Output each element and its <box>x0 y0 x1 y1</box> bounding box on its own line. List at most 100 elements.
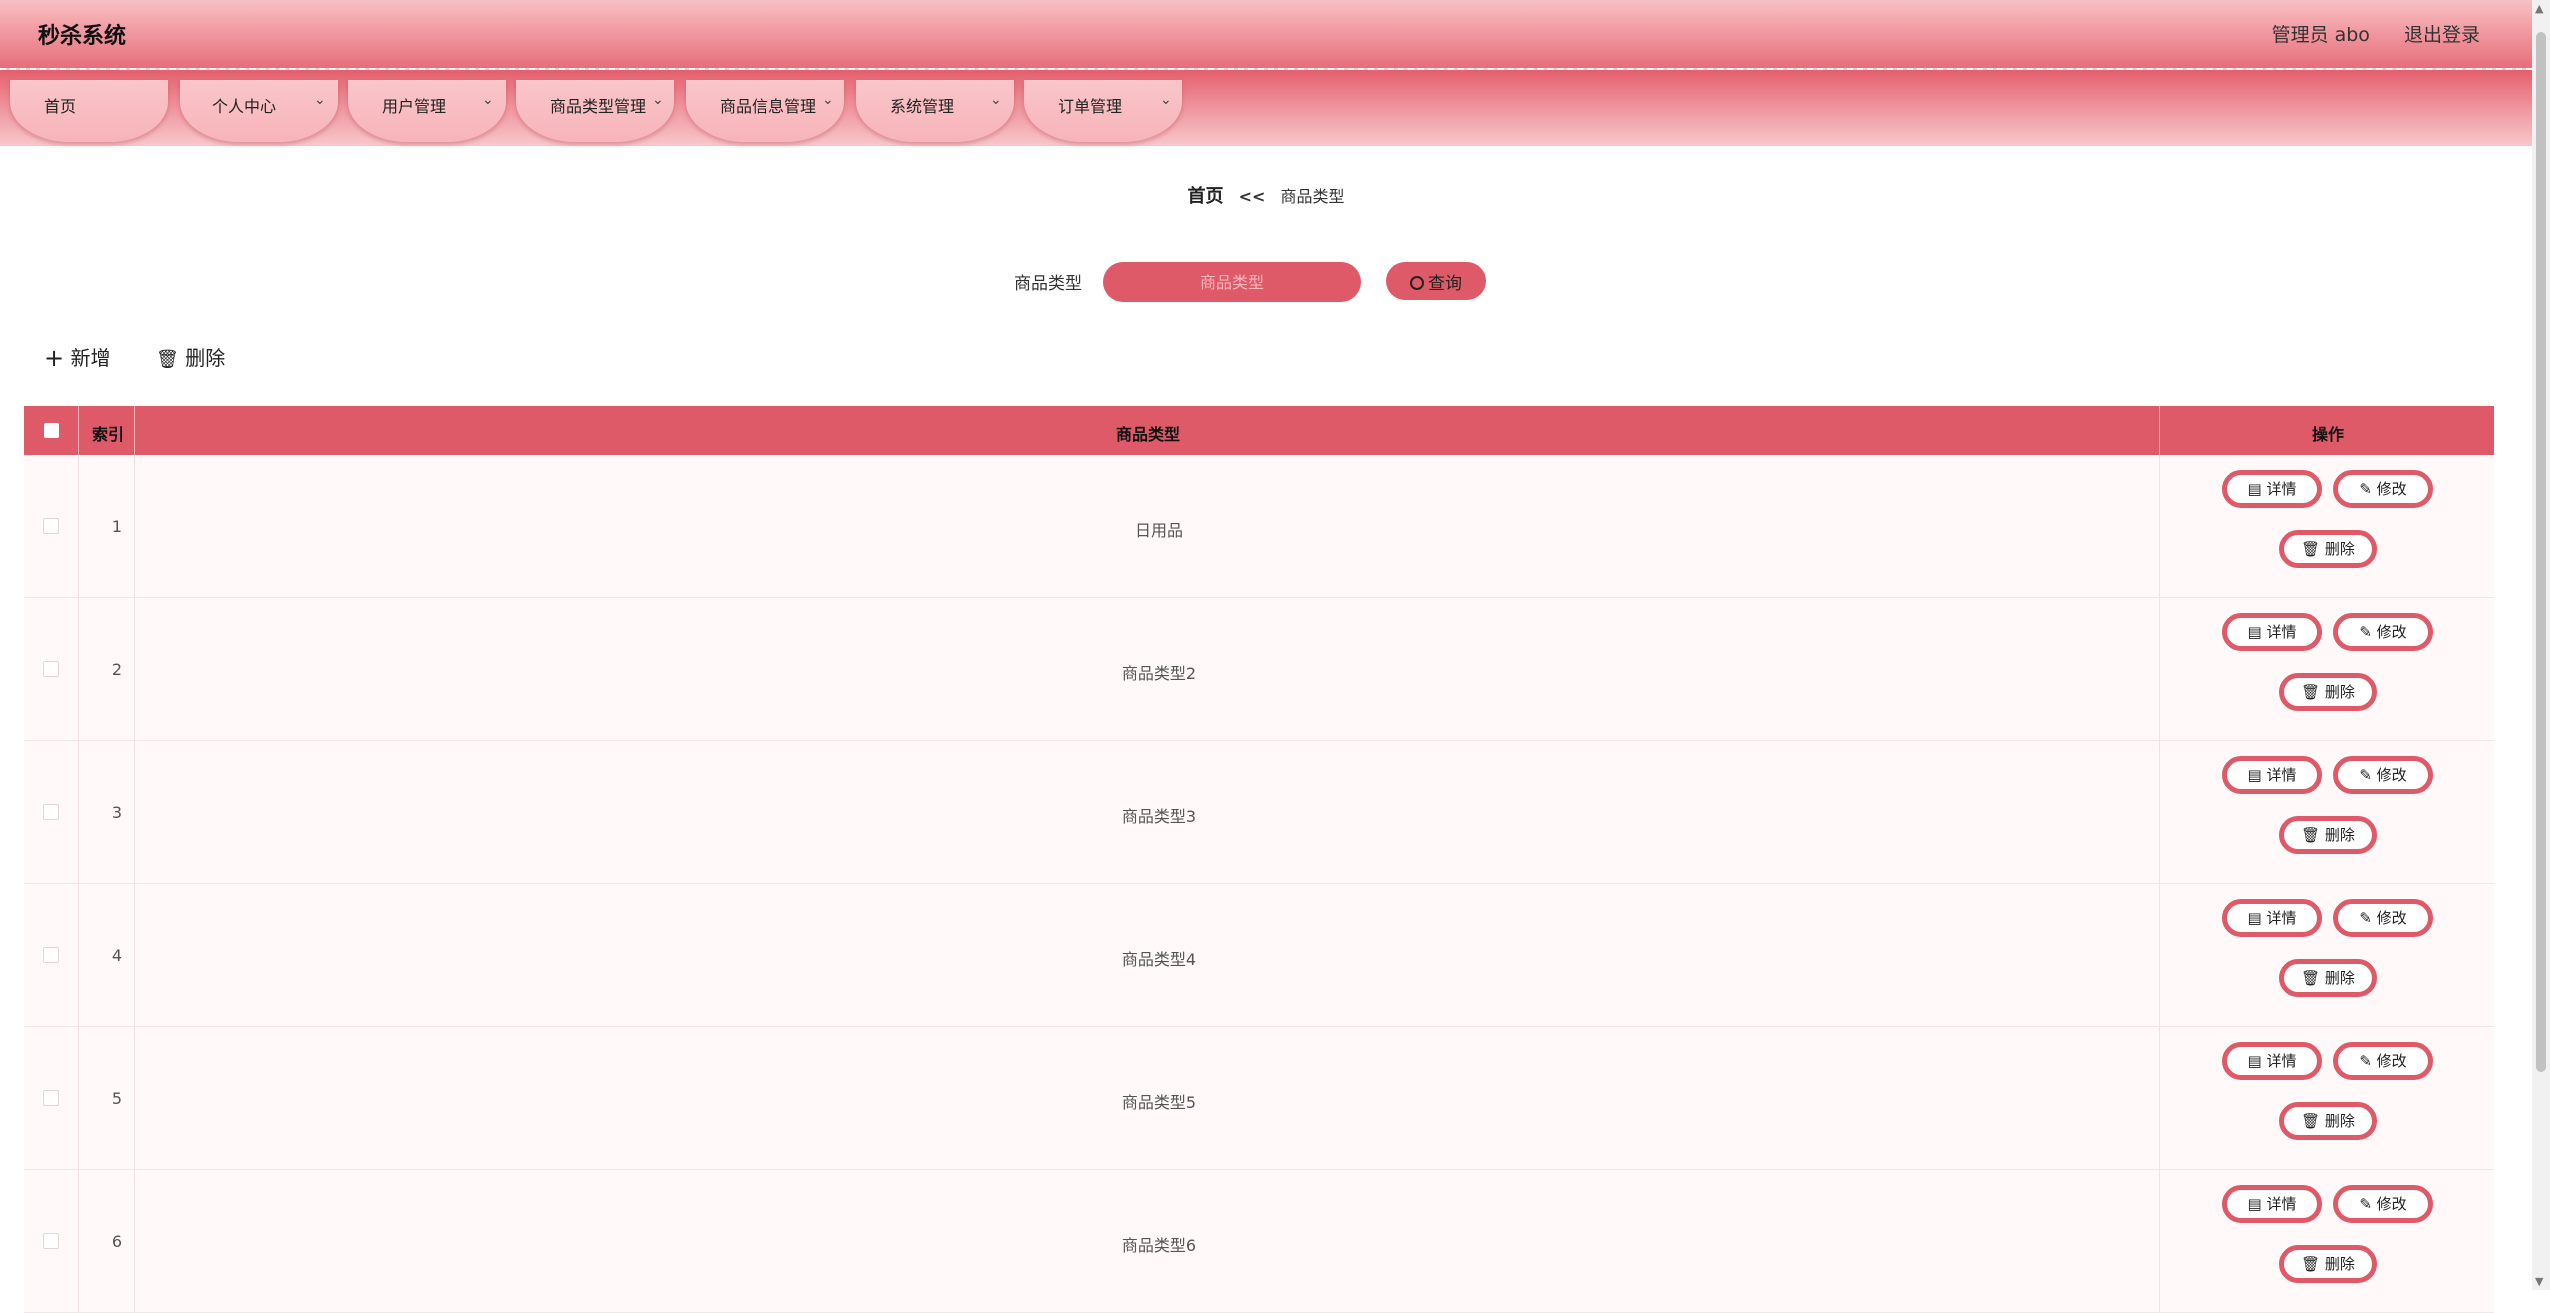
row-product-type: 商品类型4 <box>1121 950 1197 969</box>
edit-button[interactable]: ✎ 修改 <box>2333 613 2433 651</box>
detail-button[interactable]: ▤ 详情 <box>2222 1042 2322 1080</box>
edit-button-label: 修改 <box>2376 766 2407 784</box>
detail-button[interactable]: ▤ 详情 <box>2222 613 2322 651</box>
nav-item-label: 用户管理 <box>382 97 447 116</box>
edit-button[interactable]: ✎ 修改 <box>2333 1185 2433 1223</box>
pencil-icon: ✎ <box>2359 1195 2372 1213</box>
search-label: 商品类型 <box>1014 274 1082 294</box>
row-product-type: 商品类型2 <box>1121 664 1197 683</box>
row-product-type: 商品类型5 <box>1121 1093 1197 1112</box>
search-button-label: 查询 <box>1428 273 1462 293</box>
nav-item-product-info-management[interactable]: 商品信息管理 ⌄ <box>686 80 844 142</box>
row-index: 6 <box>111 1232 123 1251</box>
edit-button[interactable]: ✎ 修改 <box>2333 470 2433 508</box>
row-checkbox[interactable] <box>43 947 59 963</box>
edit-button[interactable]: ✎ 修改 <box>2333 756 2433 794</box>
row-checkbox[interactable] <box>43 518 59 534</box>
row-index: 1 <box>111 517 123 536</box>
nav-item-system-management[interactable]: 系统管理 ⌄ <box>856 80 1014 142</box>
delete-button-label: 删除 <box>2324 969 2355 987</box>
delete-button[interactable]: 🗑 删除 <box>2279 1102 2377 1140</box>
edit-button-label: 修改 <box>2376 623 2407 641</box>
table-row: 1 日用品 ▤ 详情 ✎ 修改 🗑 删除 <box>24 455 2494 598</box>
nav-item-label: 订单管理 <box>1058 97 1123 116</box>
delete-button-label: 删除 <box>2324 826 2355 844</box>
search-button[interactable]: 查询 <box>1386 262 1486 300</box>
row-checkbox[interactable] <box>43 661 59 677</box>
document-icon: ▤ <box>2247 909 2262 927</box>
column-index: 索引 <box>92 425 125 444</box>
delete-button[interactable]: 🗑 删除 <box>2279 673 2377 711</box>
top-header: 秒杀系统 管理员 abo 退出登录 <box>0 0 2532 68</box>
chevron-down-icon: ⌄ <box>1160 92 1172 108</box>
detail-button-label: 详情 <box>2266 480 2297 498</box>
chevron-down-icon: ⌄ <box>990 92 1002 108</box>
chevron-down-icon: ⌄ <box>314 92 326 108</box>
pencil-icon: ✎ <box>2359 766 2372 784</box>
pencil-icon: ✎ <box>2359 480 2372 498</box>
scroll-up-arrow-icon[interactable]: ▲ <box>2535 2 2543 15</box>
plus-icon: + <box>44 344 65 372</box>
chevron-down-icon: ⌄ <box>652 92 664 108</box>
row-index: 2 <box>111 660 123 679</box>
select-all-checkbox[interactable] <box>44 423 59 438</box>
detail-button-label: 详情 <box>2266 1195 2297 1213</box>
table-row: 5 商品类型5 ▤ 详情 ✎ 修改 🗑 删除 <box>24 1027 2494 1170</box>
delete-button[interactable]: 🗑 删除 <box>2279 530 2377 568</box>
add-button-label: 新增 <box>70 346 111 370</box>
delete-button[interactable]: 🗑 删除 <box>2279 816 2377 854</box>
search-icon <box>1410 275 1424 290</box>
edit-button-label: 修改 <box>2376 1195 2407 1213</box>
nav-item-order-management[interactable]: 订单管理 ⌄ <box>1024 80 1182 142</box>
nav-item-label: 个人中心 <box>212 97 277 116</box>
breadcrumb-separator: << <box>1238 187 1266 206</box>
scroll-down-arrow-icon[interactable]: ▼ <box>2535 1275 2543 1288</box>
delete-button[interactable]: 🗑 删除 <box>2279 1245 2377 1283</box>
edit-button[interactable]: ✎ 修改 <box>2333 1042 2433 1080</box>
detail-button[interactable]: ▤ 详情 <box>2222 1185 2322 1223</box>
nav-item-label: 首页 <box>44 97 77 116</box>
edit-button-label: 修改 <box>2376 909 2407 927</box>
row-checkbox[interactable] <box>43 1233 59 1249</box>
table-row: 4 商品类型4 ▤ 详情 ✎ 修改 🗑 删除 <box>24 884 2494 1027</box>
scrollbar-thumb[interactable] <box>2536 32 2546 1072</box>
detail-button-label: 详情 <box>2266 766 2297 784</box>
chevron-down-icon: ⌄ <box>822 92 834 108</box>
trash-icon: 🗑 <box>2301 683 2321 701</box>
nav-item-user-management[interactable]: 用户管理 ⌄ <box>348 80 506 142</box>
trash-icon: 🗑 <box>2301 1255 2321 1273</box>
app-title: 秒杀系统 <box>38 24 127 49</box>
delete-button-label: 删除 <box>2324 1255 2355 1273</box>
logout-link[interactable]: 退出登录 <box>2404 24 2480 46</box>
detail-button[interactable]: ▤ 详情 <box>2222 470 2322 508</box>
detail-button[interactable]: ▤ 详情 <box>2222 899 2322 937</box>
document-icon: ▤ <box>2247 480 2262 498</box>
add-button[interactable]: + 新增 <box>44 342 110 372</box>
nav-item-personal-center[interactable]: 个人中心 ⌄ <box>180 80 338 142</box>
nav-item-home[interactable]: 首页 <box>10 80 168 142</box>
delete-button-label: 删除 <box>2324 540 2355 558</box>
trash-icon: 🗑 <box>2301 826 2321 844</box>
pencil-icon: ✎ <box>2359 623 2372 641</box>
edit-button-label: 修改 <box>2376 1052 2407 1070</box>
breadcrumb-home[interactable]: 首页 <box>1187 186 1223 207</box>
delete-button-label: 删除 <box>2324 1112 2355 1130</box>
delete-button[interactable]: 🗑 删除 <box>2279 959 2377 997</box>
delete-button-label: 删除 <box>2324 683 2355 701</box>
row-checkbox[interactable] <box>43 804 59 820</box>
row-index: 3 <box>111 803 123 822</box>
nav-item-label: 系统管理 <box>890 97 955 116</box>
search-input[interactable] <box>1103 262 1361 302</box>
trash-icon: 🗑 <box>2301 540 2321 558</box>
document-icon: ▤ <box>2247 1195 2262 1213</box>
row-index: 5 <box>111 1089 123 1108</box>
batch-delete-button[interactable]: 🗑 删除 <box>156 342 225 371</box>
column-product-type: 商品类型 <box>1116 425 1181 444</box>
product-type-table: 索引 商品类型 操作 1 日用品 ▤ 详情 ✎ 修改 🗑 删除 2 商品类型2 ▤ 详情 ✎ 修… <box>24 406 2494 1313</box>
detail-button[interactable]: ▤ 详情 <box>2222 756 2322 794</box>
current-user-label: 管理员 abo <box>2271 24 2370 46</box>
edit-button[interactable]: ✎ 修改 <box>2333 899 2433 937</box>
page-scrollbar[interactable]: ▲ ▼ <box>2532 0 2550 1290</box>
row-checkbox[interactable] <box>43 1090 59 1106</box>
nav-item-product-type-management[interactable]: 商品类型管理 ⌄ <box>516 80 674 142</box>
